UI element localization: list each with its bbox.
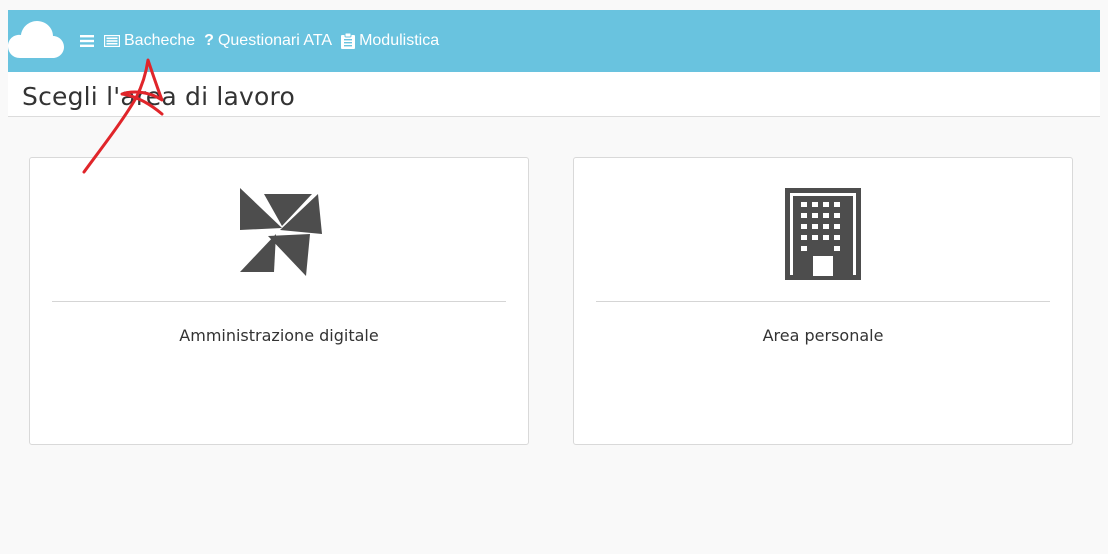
question-mark-icon: ? bbox=[204, 32, 214, 49]
cloud-icon[interactable] bbox=[8, 18, 64, 62]
pinwheel-icon bbox=[234, 188, 324, 283]
newspaper-icon bbox=[104, 35, 120, 47]
nav-item-questionari-ata[interactable]: ? Questionari ATA bbox=[204, 32, 332, 50]
card-area-personale[interactable]: Area personale bbox=[573, 157, 1073, 445]
nav-menu: Bacheche ? Questionari ATA Modulistica bbox=[80, 10, 448, 72]
card-label: Amministrazione digitale bbox=[179, 326, 379, 345]
card-divider bbox=[52, 301, 506, 302]
nav-item-questionari-ata-label: Questionari ATA bbox=[217, 32, 333, 49]
page-title: Scegli l'area di lavoro bbox=[22, 82, 295, 111]
card-amministrazione-digitale[interactable]: Amministrazione digitale bbox=[29, 157, 529, 445]
hamburger-menu-icon[interactable] bbox=[80, 35, 94, 47]
card-divider bbox=[596, 301, 1050, 302]
content-area: Scegli l'area di lavoro Amministrazione … bbox=[8, 72, 1100, 554]
top-navbar: Bacheche ? Questionari ATA Modulistica bbox=[8, 10, 1100, 72]
clipboard-icon bbox=[341, 33, 356, 49]
nav-item-modulistica[interactable]: Modulistica bbox=[341, 32, 439, 50]
nav-item-bacheche[interactable]: Bacheche bbox=[104, 32, 195, 50]
building-icon bbox=[785, 188, 861, 285]
card-label: Area personale bbox=[762, 326, 884, 345]
nav-item-bacheche-label: Bacheche bbox=[124, 32, 196, 49]
nav-item-modulistica-label: Modulistica bbox=[359, 32, 440, 49]
page: Bacheche ? Questionari ATA Modulistica S… bbox=[0, 0, 1108, 554]
page-header: Scegli l'area di lavoro bbox=[8, 72, 1100, 117]
